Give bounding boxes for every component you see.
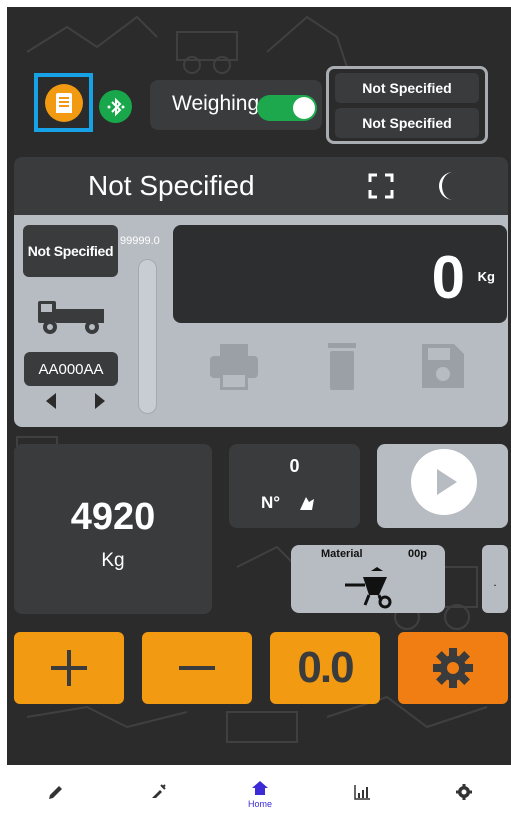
add-button[interactable] bbox=[14, 632, 124, 704]
report-icon bbox=[56, 93, 72, 113]
bluetooth-icon bbox=[107, 97, 124, 116]
syringe-icon bbox=[152, 784, 166, 798]
previous-arrow-icon[interactable] bbox=[44, 392, 58, 410]
settings-icon bbox=[456, 784, 472, 800]
zero-button[interactable]: 0.0 bbox=[270, 632, 380, 704]
app-screen: Weighing Not Specified Not Specified Not… bbox=[7, 7, 511, 765]
subtract-button[interactable] bbox=[142, 632, 252, 704]
settings-gear-button[interactable] bbox=[398, 632, 508, 704]
count-value: 0 bbox=[289, 456, 300, 476]
minus-icon bbox=[179, 666, 215, 670]
weighing-toggle[interactable] bbox=[257, 95, 317, 121]
weight-reading-unit: Kg bbox=[477, 269, 495, 284]
weight-reading: 0 bbox=[431, 244, 465, 311]
nav-item-settings[interactable] bbox=[413, 765, 511, 821]
truck-icon bbox=[38, 301, 104, 334]
material-label: Material bbox=[321, 548, 363, 560]
weighing-label: Weighing bbox=[172, 92, 260, 115]
spec-top-button[interactable]: Not Specified bbox=[335, 73, 479, 103]
nav-item-edit[interactable] bbox=[5, 765, 107, 821]
play-icon bbox=[437, 469, 457, 495]
pile-icon bbox=[300, 497, 314, 510]
plate-number-button[interactable]: AA000AA bbox=[24, 352, 118, 386]
count-label: N° bbox=[261, 493, 281, 512]
total-weight-unit: Kg bbox=[101, 550, 125, 571]
total-weight-value: 4920 bbox=[70, 496, 156, 538]
report-button[interactable] bbox=[45, 84, 83, 122]
spec-selector-frame: Not Specified Not Specified bbox=[326, 66, 488, 144]
spec-bottom-button[interactable]: Not Specified bbox=[335, 108, 479, 138]
bluetooth-button[interactable] bbox=[99, 90, 132, 123]
total-weight-card: 4920 Kg bbox=[14, 444, 212, 614]
max-capacity-label: 99999.0 bbox=[120, 235, 160, 247]
pencil-icon bbox=[49, 786, 62, 799]
nav-item-reports[interactable] bbox=[311, 765, 413, 821]
vehicle-selector-button[interactable]: Not Specified bbox=[23, 225, 118, 277]
material-card[interactable]: Material 00p bbox=[291, 545, 445, 613]
nav-item-tools[interactable] bbox=[107, 765, 209, 821]
plus-icon bbox=[51, 650, 87, 686]
trash-icon[interactable] bbox=[314, 340, 370, 392]
load-slider[interactable] bbox=[138, 259, 157, 414]
home-icon bbox=[252, 781, 268, 795]
bottom-navigation: Home bbox=[0, 765, 511, 821]
scale-panel: Not Specified 99999.0 AA000AA 0 Kg bbox=[14, 215, 508, 427]
material-code: 00p bbox=[408, 548, 427, 560]
print-icon[interactable] bbox=[206, 340, 262, 392]
weighing-toggle-box: Weighing bbox=[150, 80, 322, 130]
save-icon[interactable] bbox=[414, 340, 470, 392]
zero-label: 0.0 bbox=[297, 643, 354, 692]
panel-title: Not Specified bbox=[88, 170, 255, 201]
play-button[interactable] bbox=[411, 449, 477, 515]
nav-item-home[interactable]: Home bbox=[209, 765, 311, 821]
side-tab-mark: . bbox=[493, 575, 497, 589]
chart-icon bbox=[354, 785, 370, 800]
report-button-highlight[interactable] bbox=[34, 73, 93, 132]
wheelbarrow-icon bbox=[345, 567, 392, 609]
panel-header: Not Specified bbox=[14, 157, 508, 215]
side-tab[interactable]: . bbox=[482, 545, 508, 613]
play-card bbox=[377, 444, 508, 528]
toggle-knob bbox=[293, 97, 315, 119]
moon-icon[interactable] bbox=[427, 168, 463, 204]
nav-home-label: Home bbox=[247, 799, 272, 809]
count-card: 0 N° bbox=[229, 444, 360, 528]
next-arrow-icon[interactable] bbox=[93, 392, 107, 410]
weight-display: 0 Kg bbox=[173, 225, 507, 323]
fullscreen-icon[interactable] bbox=[367, 172, 395, 200]
gear-icon bbox=[433, 648, 473, 688]
